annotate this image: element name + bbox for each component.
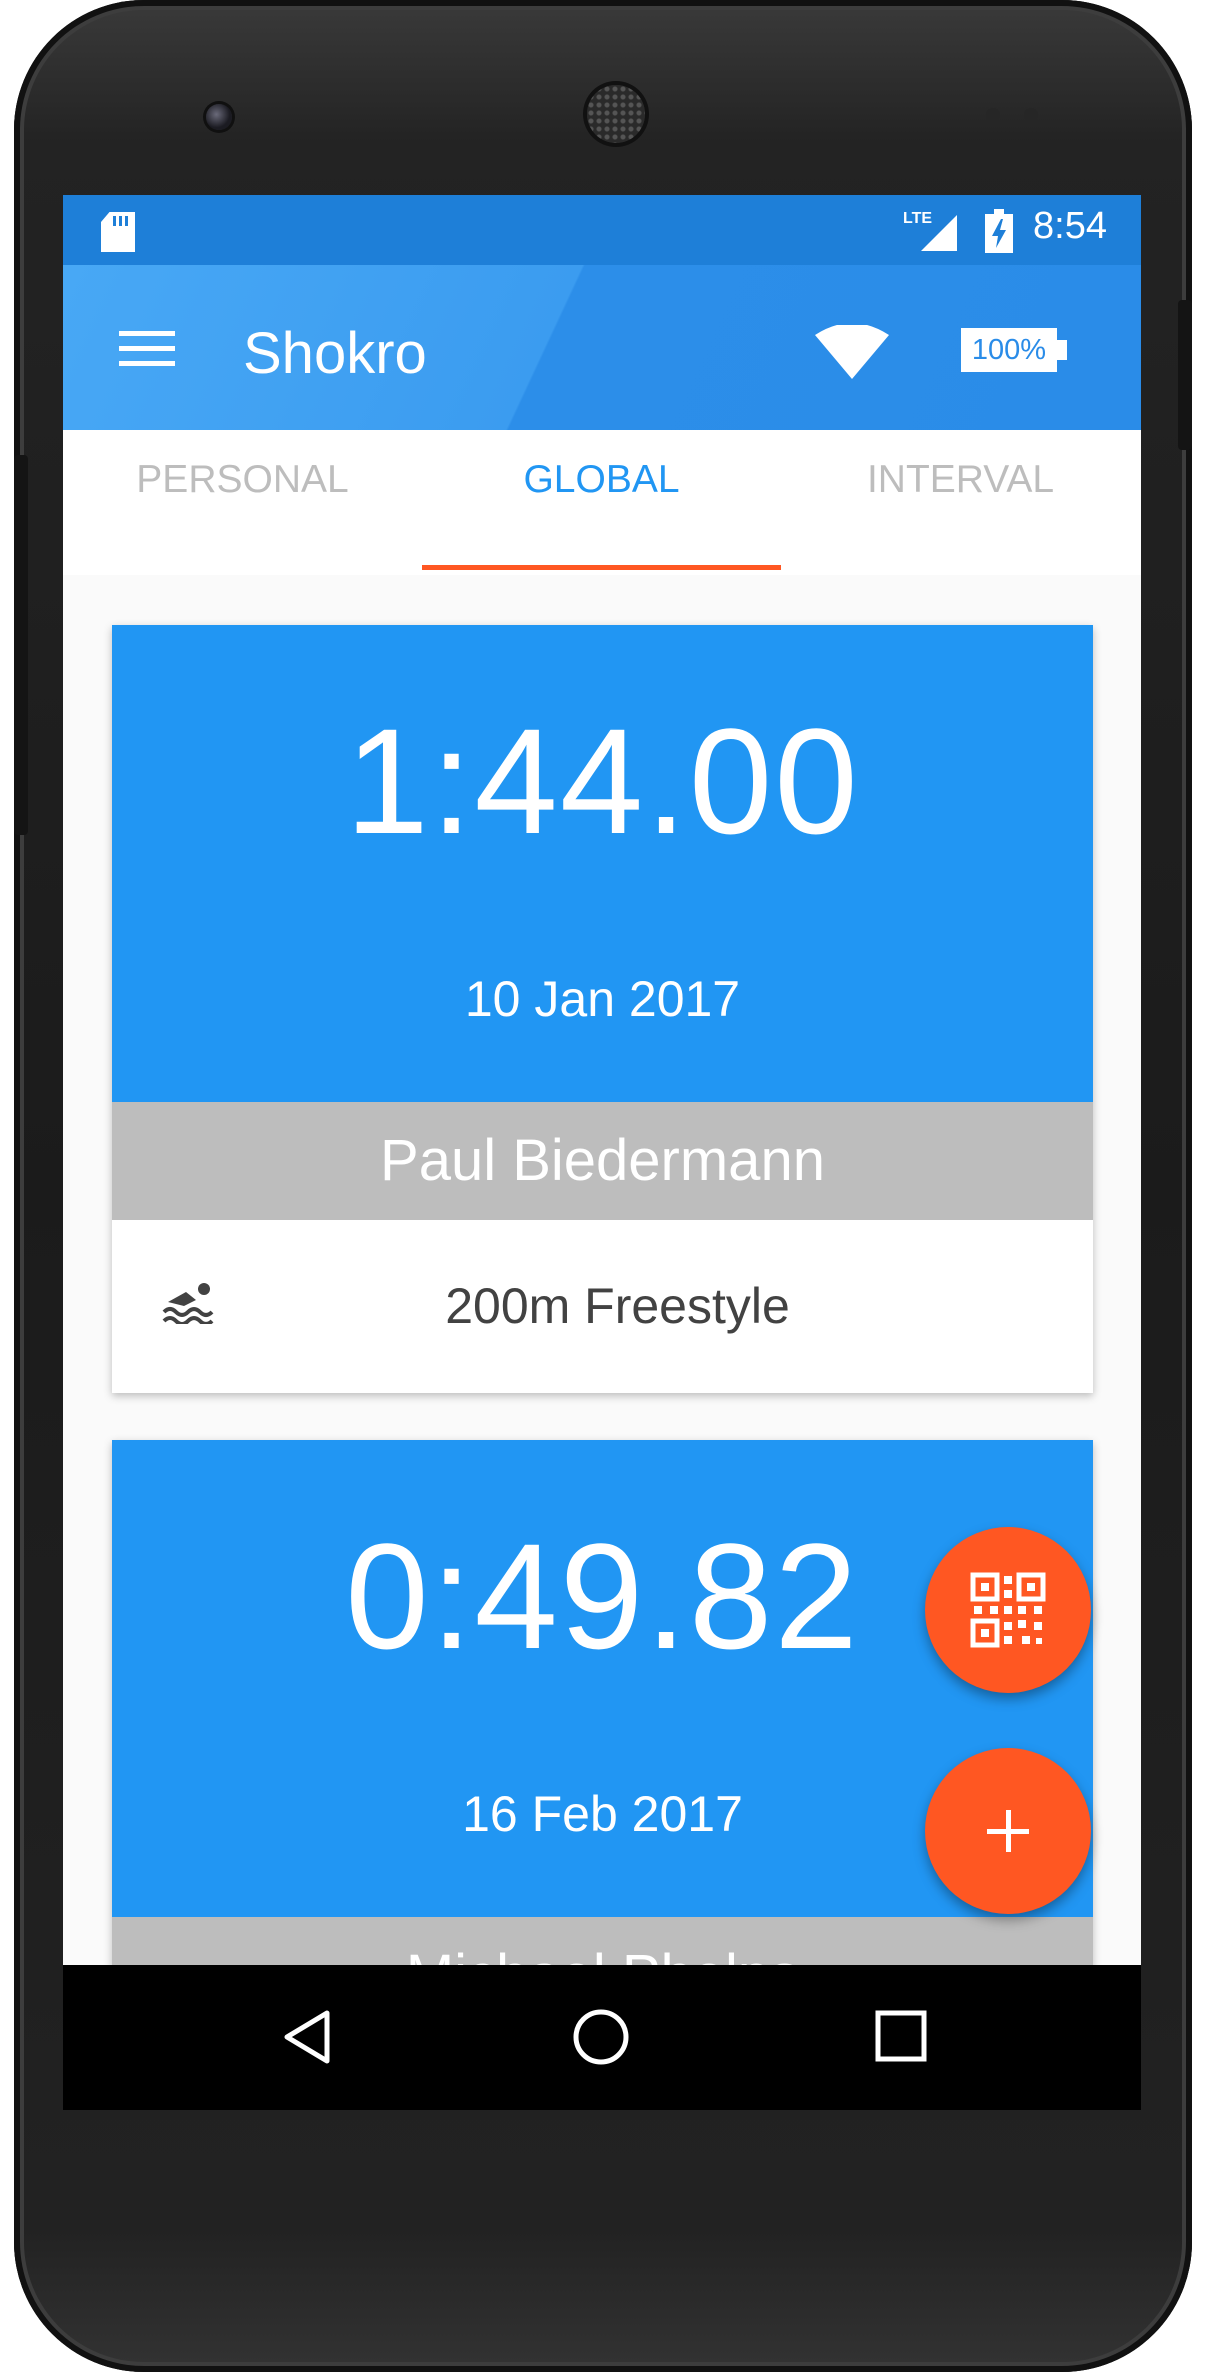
app-title: Shokro	[243, 321, 427, 386]
scan-qr-button[interactable]	[925, 1527, 1091, 1693]
navigation-bar	[63, 1965, 1141, 2110]
tab-interval[interactable]: INTERVAL	[781, 430, 1140, 575]
screen: LTE 8:54 Shokro 100% PERSONAL GLOBAL INT…	[63, 195, 1141, 2110]
add-button[interactable]	[925, 1748, 1091, 1914]
status-clock: 8:54	[1033, 205, 1107, 247]
tab-personal[interactable]: PERSONAL	[63, 430, 422, 575]
swimmer-name: Paul Biedermann	[112, 1102, 1093, 1220]
card-header: 1:44.00 10 Jan 2017	[112, 625, 1093, 1102]
event-row: 200m Freestyle	[112, 1220, 1093, 1393]
back-icon[interactable]	[279, 2007, 339, 2067]
event-label: 200m Freestyle	[445, 1278, 790, 1334]
record-time: 1:44.00	[345, 697, 860, 865]
recents-icon[interactable]	[872, 2007, 932, 2067]
earpiece-speaker	[587, 85, 645, 143]
tab-bar: PERSONAL GLOBAL INTERVAL	[63, 430, 1141, 575]
svg-text:LTE: LTE	[903, 210, 932, 227]
record-card[interactable]: 1:44.00 10 Jan 2017 Paul Biedermann 200m…	[112, 625, 1093, 1393]
volume-button	[14, 455, 28, 835]
wifi-icon[interactable]	[815, 325, 889, 379]
light-sensor	[1024, 108, 1038, 122]
menu-icon[interactable]	[119, 331, 175, 367]
battery-charging-icon	[985, 209, 1013, 253]
add-icon	[925, 1748, 1091, 1914]
home-icon[interactable]	[571, 2007, 631, 2067]
front-camera	[206, 104, 232, 130]
battery-label: 100%	[971, 334, 1047, 366]
battery-icon[interactable]: 100%	[961, 328, 1067, 372]
status-bar: LTE 8:54	[63, 195, 1141, 265]
tab-global[interactable]: GLOBAL	[422, 430, 781, 575]
lte-signal-icon: LTE	[903, 210, 957, 251]
app-bar: Shokro 100%	[63, 265, 1141, 430]
qr-code-icon	[970, 1572, 1046, 1648]
sd-card-icon	[101, 212, 135, 252]
tab-indicator	[422, 565, 781, 570]
power-button	[1178, 300, 1192, 450]
proximity-sensor	[986, 108, 1000, 122]
record-date: 10 Jan 2017	[464, 971, 741, 1027]
